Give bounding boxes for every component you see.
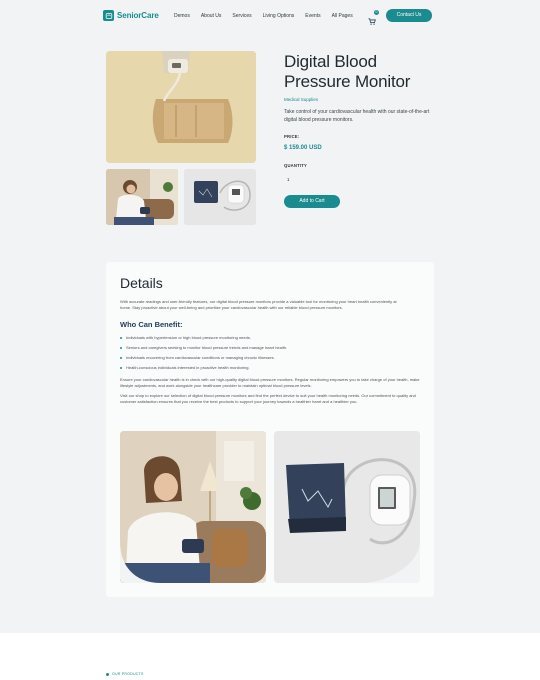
product-thumbnail-monitor[interactable] [184, 169, 256, 225]
logo[interactable]: SeniorCare [103, 10, 159, 21]
add-to-cart-button[interactable]: Add to Cart [284, 195, 340, 208]
product-description: Take control of your cardiovascular heal… [284, 109, 430, 123]
list-item: Health-conscious individuals interested … [120, 363, 287, 373]
logo-text: SeniorCare [117, 11, 159, 20]
menu-item-about-us[interactable]: About Us [201, 13, 222, 19]
bullet-icon [120, 367, 122, 369]
product-category-link[interactable]: Medical Supplies [284, 97, 318, 102]
cart-count-badge: 0 [374, 10, 379, 15]
details-intro: With accurate readings and user-friendly… [120, 299, 397, 310]
details-image-woman [120, 431, 266, 583]
menu-item-living-options[interactable]: Living Options [263, 13, 295, 19]
bullet-icon [120, 347, 122, 349]
menu-item-all-pages[interactable]: All Pages [332, 13, 353, 19]
menu-item-services[interactable]: Services [232, 13, 251, 19]
cart-button[interactable]: 0 [368, 10, 379, 25]
price-label: PRICE: [284, 134, 300, 139]
list-item: Individuals recovering from cardiovascul… [120, 353, 287, 363]
product-title: Digital Blood Pressure Monitor [284, 52, 411, 91]
details-image-monitor [274, 431, 420, 583]
section-label: OUR PRODUCTS [112, 672, 144, 676]
products-section: OUR PRODUCTS [0, 633, 540, 680]
benefit-heading: Who Can Benefit: [120, 320, 183, 329]
bullet-icon [120, 337, 122, 339]
details-paragraph-2: Visit our shop to explore our selection … [120, 393, 416, 404]
bullet-icon [120, 357, 122, 359]
top-navbar: SeniorCare Demos About Us Services Livin… [0, 0, 540, 34]
quantity-input[interactable]: 1 [284, 175, 304, 184]
benefit-list: Individuals with hypertension or high bl… [120, 333, 287, 373]
cart-icon [368, 18, 376, 25]
main-menu: Demos About Us Services Living Options E… [174, 13, 364, 19]
quantity-label: QUANTITY [284, 163, 308, 168]
product-price: $ 159.00 USD [284, 145, 322, 151]
details-title: Details [120, 275, 163, 291]
menu-item-events[interactable]: Events [305, 13, 320, 19]
product-main-image[interactable] [106, 51, 256, 163]
list-item: Individuals with hypertension or high bl… [120, 333, 287, 343]
details-card: Details With accurate readings and user-… [106, 262, 434, 597]
menu-item-demos[interactable]: Demos [174, 13, 190, 19]
logo-icon [103, 10, 114, 21]
list-item: Seniors and caregivers seeking to monito… [120, 343, 287, 353]
contact-us-button[interactable]: Contact Us [386, 9, 432, 22]
details-paragraph-1: Ensure your cardiovascular health is in … [120, 377, 420, 388]
product-thumbnail-woman[interactable] [106, 169, 178, 225]
section-eyebrow: OUR PRODUCTS [106, 672, 144, 676]
dot-icon [106, 672, 109, 676]
